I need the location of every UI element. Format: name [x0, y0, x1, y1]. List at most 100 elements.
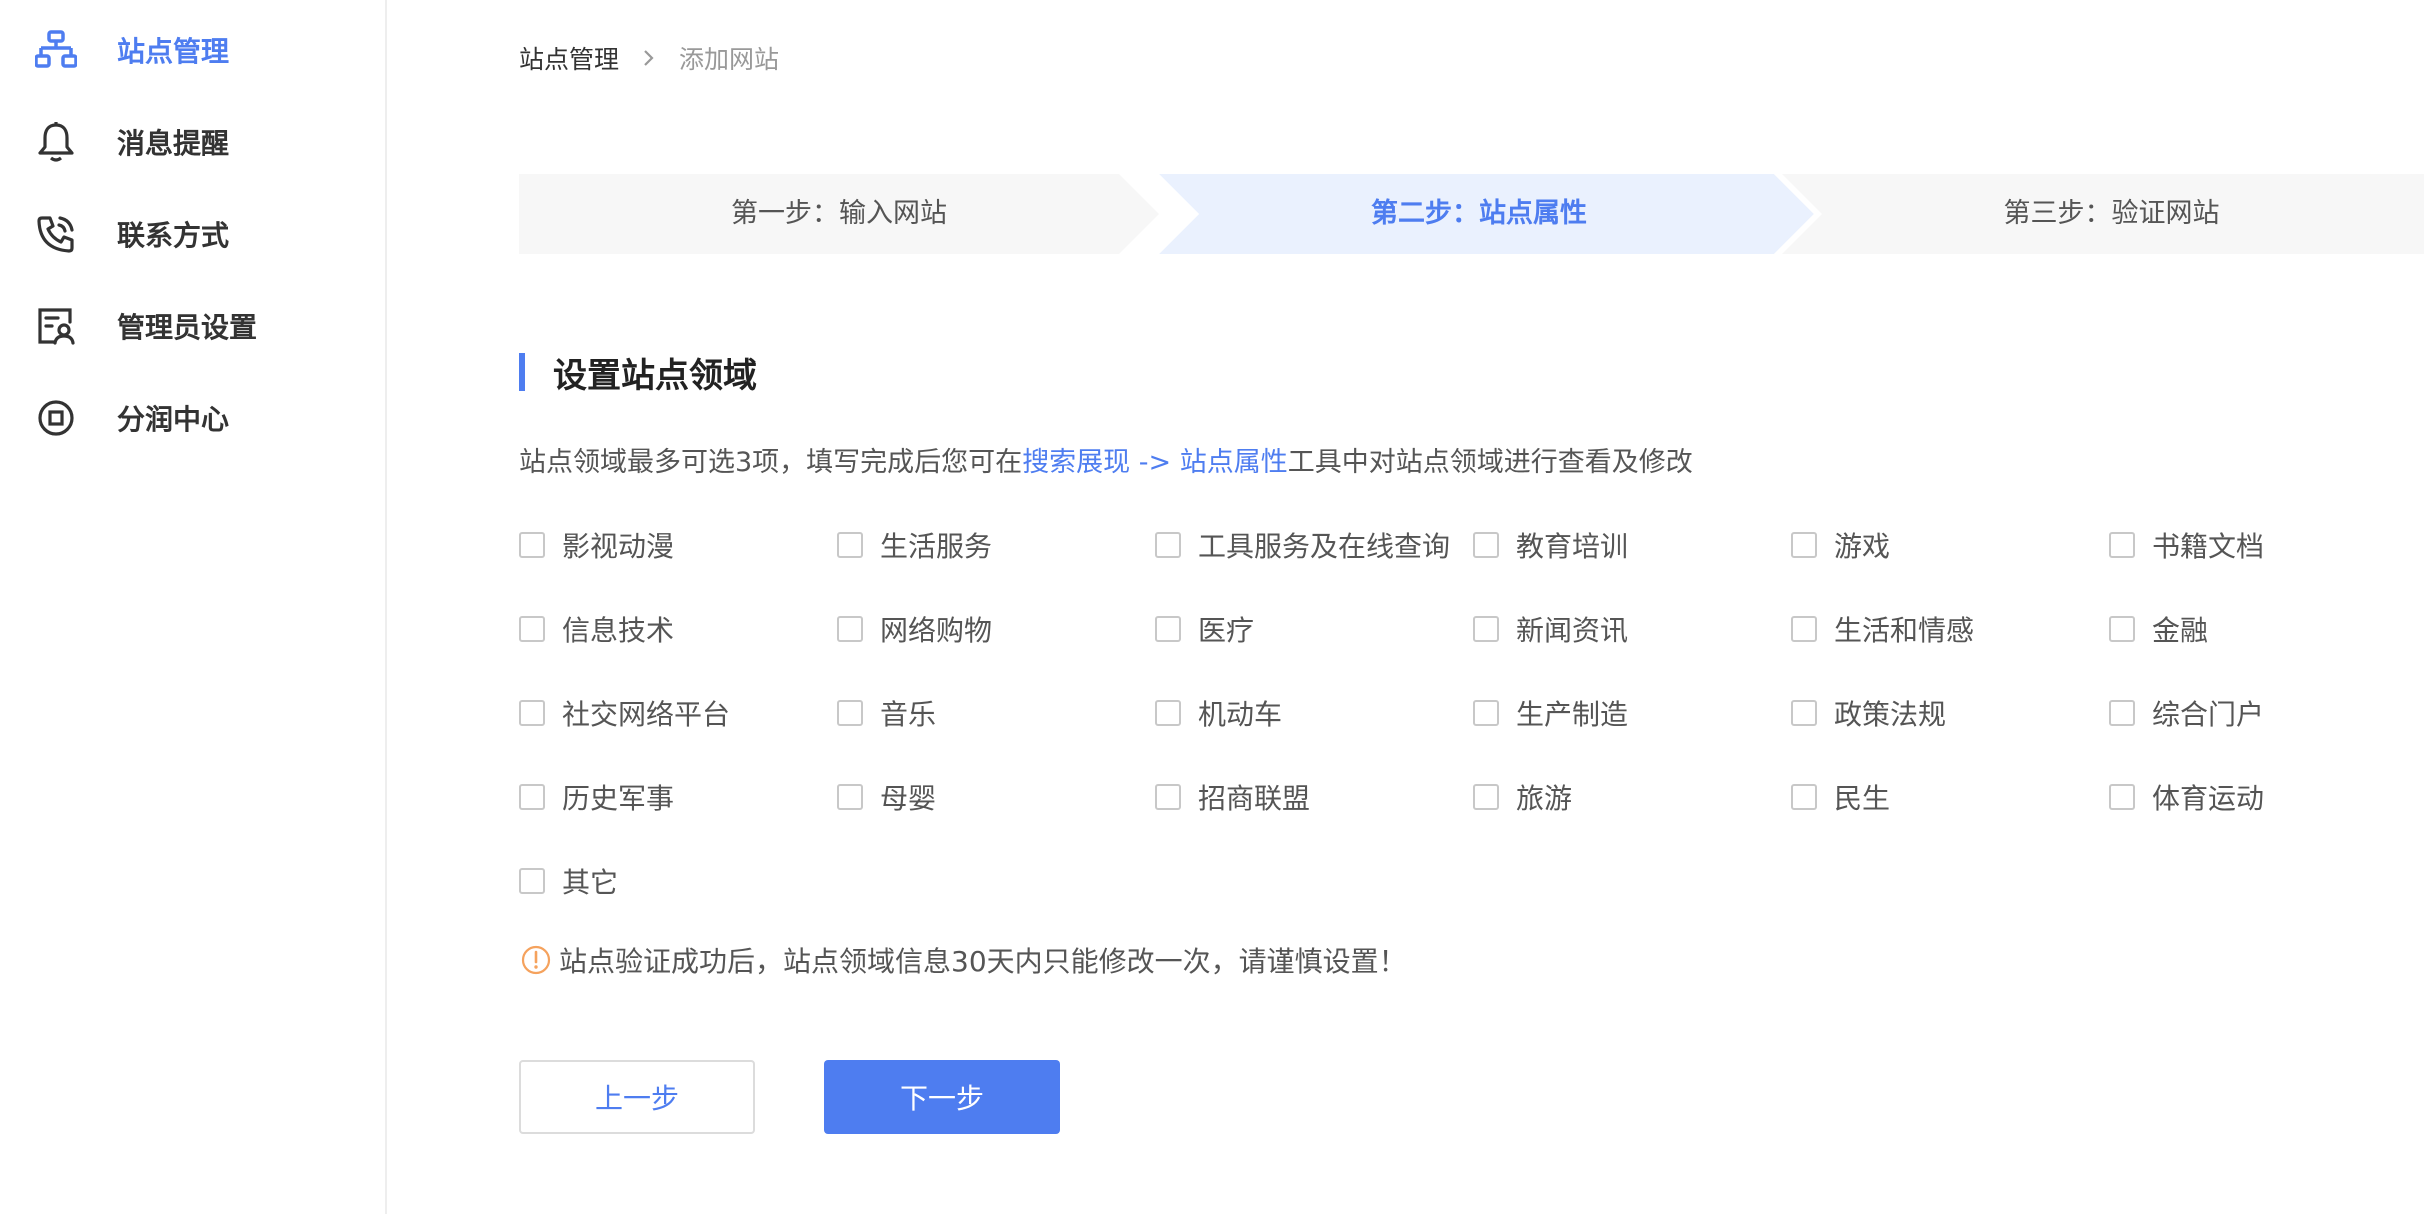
- checkbox-box[interactable]: [519, 784, 545, 810]
- category-checkbox[interactable]: 机动车: [1155, 688, 1282, 738]
- section-description: 站点领域最多可选3项，填写完成后您可在搜索展现 -> 站点属性工具中对站点领域进…: [519, 440, 1693, 479]
- checkbox-box[interactable]: [1473, 616, 1499, 642]
- checkbox-box[interactable]: [519, 868, 545, 894]
- checkbox-label: 生产制造: [1516, 698, 1629, 731]
- checkbox-box[interactable]: [1155, 700, 1181, 726]
- category-checkbox[interactable]: 新闻资讯: [1473, 604, 1628, 654]
- section-title: 设置站点领域: [519, 352, 757, 396]
- category-checkbox[interactable]: 体育运动: [2109, 772, 2264, 822]
- sidebar-item-notifications[interactable]: 消息提醒: [0, 112, 385, 172]
- checkbox-box[interactable]: [1155, 616, 1181, 642]
- checkbox-box[interactable]: [1791, 700, 1817, 726]
- sidebar-item-admin-settings[interactable]: 管理员设置: [0, 296, 385, 356]
- prev-step-button[interactable]: 上一步: [519, 1060, 755, 1134]
- checkbox-label: 其它: [562, 866, 619, 899]
- category-checkbox[interactable]: 母婴: [837, 772, 936, 822]
- category-checkbox[interactable]: 医疗: [1155, 604, 1254, 654]
- checkbox-label: 民生: [1834, 782, 1891, 815]
- checkbox-label: 医疗: [1198, 614, 1255, 647]
- breadcrumb-current: 添加网站: [679, 45, 780, 74]
- category-checkbox[interactable]: 网络购物: [837, 604, 992, 654]
- checkbox-box[interactable]: [837, 700, 863, 726]
- sidebar-item-label: 分润中心: [117, 403, 230, 436]
- breadcrumb: 站点管理 添加网站: [519, 40, 779, 76]
- category-checkbox[interactable]: 金融: [2109, 604, 2208, 654]
- breadcrumb-root[interactable]: 站点管理: [519, 40, 619, 76]
- checkbox-box[interactable]: [1155, 532, 1181, 558]
- sidebar-item-label: 站点管理: [117, 35, 230, 68]
- warning-message: 站点验证成功后，站点领域信息30天内只能修改一次，请谨慎设置！: [521, 940, 1407, 980]
- checkbox-box[interactable]: [1473, 532, 1499, 558]
- checkbox-box[interactable]: [1791, 784, 1817, 810]
- title-accent-bar: [519, 353, 525, 391]
- checkbox-box[interactable]: [519, 700, 545, 726]
- checkbox-label: 历史军事: [562, 782, 675, 815]
- bell-icon: [34, 120, 78, 164]
- checkbox-label: 工具服务及在线查询: [1198, 530, 1451, 563]
- category-checkbox[interactable]: 生活和情感: [1791, 604, 1974, 654]
- step-2: 第二步：站点属性: [1371, 198, 1587, 229]
- checkbox-label: 音乐: [880, 698, 937, 731]
- admin-icon: [34, 304, 78, 348]
- category-checkbox[interactable]: 工具服务及在线查询: [1155, 520, 1450, 570]
- category-checkbox[interactable]: 生产制造: [1473, 688, 1628, 738]
- checkbox-box[interactable]: [1473, 700, 1499, 726]
- sidebar-item-site-management[interactable]: 站点管理: [0, 20, 385, 80]
- checkbox-box[interactable]: [2109, 700, 2135, 726]
- step-indicator: 第一步：输入网站 第二步：站点属性 第三步：验证网站: [519, 174, 2424, 254]
- next-step-button[interactable]: 下一步: [824, 1060, 1060, 1134]
- checkbox-box[interactable]: [519, 616, 545, 642]
- category-checkbox[interactable]: 音乐: [837, 688, 936, 738]
- sidebar: 站点管理 消息提醒 联系方式 管理员设置 分润中心: [0, 0, 387, 1214]
- category-checkbox[interactable]: 社交网络平台: [519, 688, 730, 738]
- category-checkbox[interactable]: 其它: [519, 856, 618, 906]
- sidebar-item-label: 管理员设置: [117, 311, 258, 344]
- main-content: 站点管理 添加网站 第一步：输入网站 第二步：站点属性 第三步：验证网站 设置站…: [387, 0, 2424, 1214]
- category-checkbox[interactable]: 招商联盟: [1155, 772, 1310, 822]
- revenue-icon: [34, 396, 78, 440]
- checkbox-box[interactable]: [519, 532, 545, 558]
- desc-prefix: 站点领域最多可选3项，填写完成后您可在: [519, 447, 1023, 478]
- checkbox-box[interactable]: [2109, 784, 2135, 810]
- checkbox-label: 旅游: [1516, 782, 1573, 815]
- checkbox-label: 生活服务: [880, 530, 993, 563]
- phone-icon: [34, 212, 78, 256]
- checkbox-box[interactable]: [837, 616, 863, 642]
- section-title-text: 设置站点领域: [553, 355, 757, 396]
- checkbox-box[interactable]: [1791, 616, 1817, 642]
- category-checkbox[interactable]: 教育培训: [1473, 520, 1628, 570]
- category-checkbox[interactable]: 影视动漫: [519, 520, 674, 570]
- category-checkbox[interactable]: 政策法规: [1791, 688, 1946, 738]
- checkbox-label: 新闻资讯: [1516, 614, 1629, 647]
- checkbox-box[interactable]: [837, 784, 863, 810]
- category-checkbox[interactable]: 民生: [1791, 772, 1890, 822]
- category-checkbox[interactable]: 游戏: [1791, 520, 1890, 570]
- checkbox-label: 网络购物: [880, 614, 993, 647]
- category-checkbox[interactable]: 生活服务: [837, 520, 992, 570]
- sidebar-item-contact[interactable]: 联系方式: [0, 204, 385, 264]
- checkbox-box[interactable]: [1473, 784, 1499, 810]
- checkbox-box[interactable]: [1791, 532, 1817, 558]
- warning-icon: [521, 945, 551, 975]
- sidebar-item-label: 联系方式: [117, 219, 230, 252]
- category-checkbox[interactable]: 旅游: [1473, 772, 1572, 822]
- checkbox-box[interactable]: [2109, 616, 2135, 642]
- category-checkbox[interactable]: 历史军事: [519, 772, 674, 822]
- sitemap-icon: [34, 28, 78, 72]
- sidebar-item-label: 消息提醒: [117, 127, 230, 160]
- checkbox-box[interactable]: [2109, 532, 2135, 558]
- checkbox-label: 机动车: [1198, 698, 1283, 731]
- checkbox-label: 社交网络平台: [562, 698, 731, 731]
- desc-link[interactable]: 搜索展现 -> 站点属性: [1022, 447, 1288, 478]
- checkbox-label: 招商联盟: [1198, 782, 1311, 815]
- checkbox-label: 金融: [2152, 614, 2209, 647]
- category-checkbox[interactable]: 书籍文档: [2109, 520, 2264, 570]
- checkbox-label: 综合门户: [2152, 698, 2265, 731]
- sidebar-item-revenue-center[interactable]: 分润中心: [0, 388, 385, 448]
- checkbox-label: 信息技术: [562, 614, 675, 647]
- category-checkbox[interactable]: 信息技术: [519, 604, 674, 654]
- checkbox-box[interactable]: [837, 532, 863, 558]
- category-checkbox[interactable]: 综合门户: [2109, 688, 2264, 738]
- checkbox-box[interactable]: [1155, 784, 1181, 810]
- checkbox-label: 体育运动: [2152, 782, 2265, 815]
